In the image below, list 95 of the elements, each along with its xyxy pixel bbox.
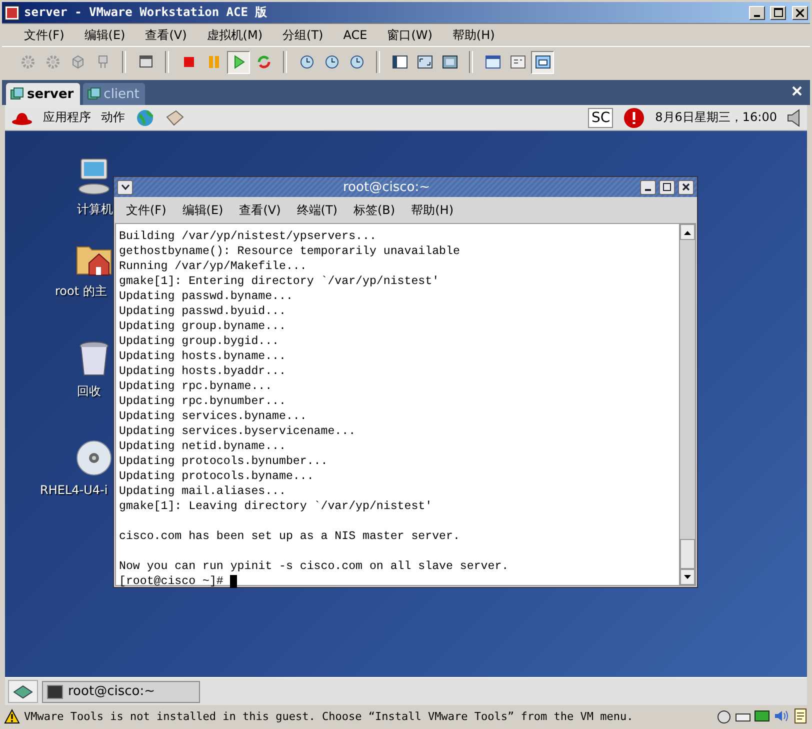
terminal-line: Updating rpc.byname...	[119, 379, 274, 394]
status-message: VMware Tools is not installed in this guest. Choose “Install VMware Tools” from the VM menu.	[24, 710, 634, 722]
toolbar-button[interactable]	[531, 50, 554, 74]
terminal-line: Updating protocols.byname...	[119, 469, 315, 484]
menu-item[interactable]: 文件(F)	[120, 202, 172, 218]
menu-item[interactable]: 编辑(E)	[76, 26, 134, 44]
terminal-line: Updating services.byname...	[119, 409, 308, 424]
console-view-icon	[484, 54, 500, 70]
fullscreen-icon	[442, 54, 458, 70]
close-icon	[682, 183, 690, 191]
menu-item[interactable]: 终端(T)	[290, 202, 344, 218]
cube-icon	[70, 54, 86, 70]
panel-menu[interactable]: 动作	[101, 109, 125, 126]
close-button[interactable]	[678, 180, 694, 194]
fit-window-icon	[416, 54, 432, 70]
show-desktop-button[interactable]	[8, 680, 38, 703]
menu-item[interactable]: 帮助(H)	[444, 26, 503, 44]
gear-icon	[20, 54, 36, 70]
panel-clock[interactable]: 8月6日星期三，16:00	[655, 109, 777, 126]
scroll-up-icon[interactable]	[684, 230, 691, 234]
terminal-line: Updating hosts.byname...	[119, 349, 287, 364]
terminal-line: Now you can run ypinit -s cisco.com on all slave server.	[119, 559, 510, 574]
window-menu-button[interactable]	[117, 180, 133, 194]
terminal-line: Updating hosts.byaddr...	[119, 364, 287, 379]
scroll-down-icon[interactable]	[684, 574, 691, 580]
clock-icon	[324, 54, 340, 70]
gear-icon	[44, 54, 60, 70]
speaker-icon[interactable]	[773, 708, 789, 724]
sidebar-view-icon	[392, 54, 408, 70]
terminal-line: Updating rpc.bynumber...	[119, 394, 287, 409]
terminal-line: Running /var/yp/Makefile...	[119, 259, 308, 274]
close-icon	[796, 8, 804, 16]
maximize-icon	[663, 183, 671, 191]
window-icon	[138, 54, 154, 70]
vm-tab[interactable]: server	[6, 83, 80, 105]
menu-item[interactable]: 分组(T)	[274, 26, 332, 44]
warning-icon	[4, 708, 20, 724]
terminal-line: Updating group.bygid...	[119, 334, 280, 349]
maximize-button[interactable]	[659, 180, 675, 194]
desktop-icon-label[interactable]: 计算机	[77, 201, 113, 218]
maximize-icon	[774, 8, 782, 17]
menu-item[interactable]: 查看(V)	[233, 202, 287, 218]
summary-view-icon	[510, 54, 526, 70]
minimize-icon	[645, 188, 651, 190]
quick-switch-icon	[534, 54, 550, 70]
app-icon	[4, 4, 20, 20]
minimize-icon	[754, 14, 760, 16]
terminal-line: cisco.com has been set up as a NIS master server.	[119, 529, 461, 544]
menu-item[interactable]: 帮助(H)	[405, 202, 460, 218]
clock-icon	[348, 54, 364, 70]
terminal-line: Updating mail.aliases...	[119, 484, 287, 499]
panel-menu[interactable]: 应用程序	[43, 109, 91, 126]
refresh-icon	[256, 54, 272, 70]
terminal-line: gmake[1]: Leaving directory `/var/yp/nistest'	[119, 499, 434, 514]
terminal-title: root@cisco:~	[342, 180, 431, 194]
menu-item[interactable]: 标签(B)	[348, 202, 402, 218]
menu-item[interactable]: 文件(F)	[16, 26, 72, 44]
terminal-line: Updating passwd.byuid...	[119, 304, 287, 319]
note-icon[interactable]	[792, 708, 808, 724]
minimize-button[interactable]	[640, 180, 656, 194]
hat-icon[interactable]	[11, 110, 33, 124]
vm-icon	[10, 87, 24, 101]
terminal-line: gethostbyname(): Resource temporarily unavailable	[119, 244, 461, 259]
close-tab-icon[interactable]	[792, 86, 802, 96]
desktop-icon-label[interactable]: RHEL4-U4-i	[40, 483, 108, 497]
taskbar-button[interactable]: root@cisco:~	[42, 680, 200, 702]
text-cursor	[230, 575, 238, 588]
menu-item[interactable]: 编辑(E)	[176, 202, 230, 218]
menu-item[interactable]: 窗口(W)	[379, 26, 440, 44]
disc-icon[interactable]	[75, 439, 113, 477]
alert-icon[interactable]	[623, 106, 646, 128]
terminal-line: gmake[1]: Entering directory `/var/yp/nistest'	[119, 274, 440, 289]
scrollbar-thumb[interactable]	[680, 539, 695, 569]
menu-item[interactable]: ACE	[335, 28, 376, 42]
clock-icon	[298, 54, 314, 70]
terminal-line: Updating group.byname...	[119, 319, 287, 334]
menu-item[interactable]: 查看(V)	[137, 26, 195, 44]
terminal-line: Updating passwd.byname...	[119, 289, 294, 304]
terminal-line: Updating services.byservicename...	[119, 424, 357, 439]
globe-icon[interactable]	[135, 108, 155, 128]
keyboard-indicator[interactable]: SC	[588, 108, 614, 128]
desktop-icon-label[interactable]: 回收	[77, 383, 101, 400]
speaker-icon[interactable]	[787, 108, 801, 126]
terminal-line: Updating protocols.bynumber...	[119, 454, 329, 469]
window-title: server - VMware Workstation ACE 版	[24, 4, 268, 21]
vm-icon	[86, 87, 101, 101]
menu-item[interactable]: 虚拟机(M)	[198, 26, 271, 44]
terminal-icon	[47, 684, 63, 698]
terminal-line: Building /var/yp/nistest/ypservers...	[119, 229, 378, 244]
terminal-line: Updating netid.byname...	[119, 439, 287, 454]
scrollbar[interactable]	[679, 224, 695, 585]
terminal-prompt: [root@cisco ~]#	[119, 574, 224, 589]
toolbar-button[interactable]	[227, 50, 250, 74]
desktop-icon-label[interactable]: root 的主	[55, 283, 107, 300]
caret-icon	[120, 184, 130, 190]
